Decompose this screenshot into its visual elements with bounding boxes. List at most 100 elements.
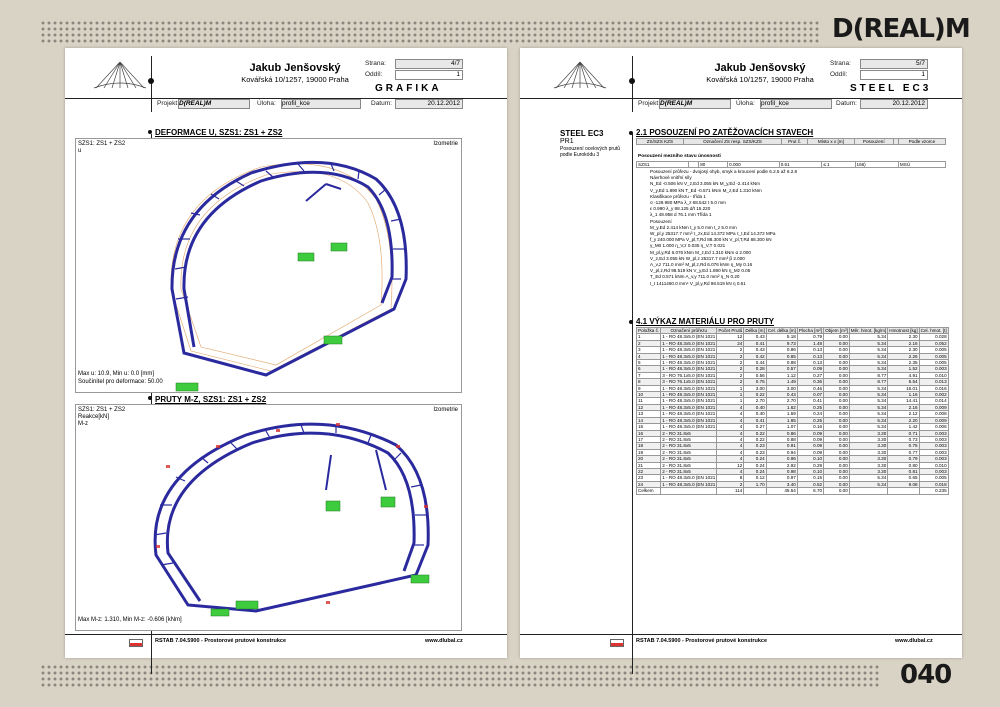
datum-label-right: Datum: — [836, 100, 857, 107]
strana-label-right: Strana: — [830, 60, 851, 67]
material-cell: Celkem — [635, 487, 662, 495]
datum-value-right: 20.12.2012 — [860, 99, 928, 109]
sec41-title: 4.1 VÝKAZ MATERIÁLU PRO PRUTY — [636, 317, 775, 326]
tent-logo-icon — [93, 61, 147, 89]
fig1-pane: SZS1: ZS1 + ZS2 u Izometrie Max u: 10.9,… — [75, 138, 462, 393]
material-cell: 1 - RO 48.3x5.0 (EN 1021 — [660, 403, 718, 412]
design-row-cell: 80 — [698, 160, 729, 169]
oddil-value: 1 — [395, 70, 463, 80]
material-cell: 1 - RO 48.3x5.0 (EN 1021 — [660, 423, 718, 431]
deformation-diagram — [170, 160, 408, 392]
fig2-marker — [148, 396, 152, 400]
strana-value: 4/7 — [395, 59, 463, 69]
fig1-title: DEFORMACE U, SZS1: ZS1 + ZS2 — [155, 128, 283, 137]
material-header-cell: Objem [m³] — [823, 326, 850, 335]
material-cell: 3 - RO 76.1x5.0 (EN 1021 — [660, 378, 718, 386]
design-row-cell: 0.61 — [778, 160, 823, 169]
design-header-cell: Označení ZS resp. SZS/KZS — [682, 137, 783, 146]
header-marker — [148, 78, 154, 84]
side-sub: PR1 — [560, 138, 574, 145]
material-header-cell: Položka č. — [635, 326, 662, 335]
fig1-marker — [148, 130, 152, 134]
projekt-text: D(REAL)M — [179, 100, 212, 107]
design-row-cell: ≤ 1 — [821, 160, 856, 169]
fig1-factor: Součinitel pro deformace: 50.00 — [78, 379, 163, 385]
datum-value: 20.12.2012 — [395, 99, 463, 109]
content-vline-right — [632, 134, 634, 674]
material-cell — [887, 487, 920, 495]
strana-value-right: 5/7 — [860, 59, 928, 69]
uloha-text-right: profil_kce — [761, 100, 789, 107]
oddil-label: Oddíl: — [365, 71, 383, 78]
design-result-row: SZS1 80 0.000 0.61 ≤ 1 166) MSÚ — [636, 160, 947, 169]
material-header-cell: Cel. hmot. [t] — [918, 326, 949, 335]
fig2-max: Max M-z: 1.310, Min M-z: -0.606 [kNm] — [78, 617, 182, 623]
uloha-value: profil_kce — [281, 99, 361, 109]
design-header-cell: Místo x x [m] — [807, 137, 855, 146]
material-header-cell: Délka [m] — [743, 326, 767, 335]
material-cell: 1 - RO 48.3x5.0 (EN 1021 — [660, 391, 718, 399]
footer-flag-icon — [129, 639, 143, 647]
projekt-value-right: D(REAL)M — [659, 99, 731, 109]
header-marker-right — [629, 78, 635, 84]
oddil-label-right: Oddíl: — [830, 71, 848, 78]
datum-label: Datum: — [371, 100, 392, 107]
uloha-label-right: Úloha: — [736, 100, 755, 107]
footer-flag-icon-right — [610, 639, 624, 647]
strana-label: Strana: — [365, 60, 386, 67]
design-row-cell: SZS1 — [636, 160, 689, 169]
design-row-cell: 0.000 — [727, 160, 780, 169]
footer-text: RSTAB 7.04.5900 - Prostorové prutové kon… — [155, 638, 287, 644]
design-row-cell: 166) — [854, 160, 899, 169]
material-header-cell: Plocha [m²] — [796, 326, 825, 335]
author-address-right: Kovářská 10/1257, 19000 Praha — [706, 75, 814, 84]
tent-logo-icon-right — [553, 61, 607, 89]
page-number: 040 — [900, 660, 952, 690]
material-cell — [743, 487, 767, 495]
material-cell: 0.235 — [918, 487, 949, 495]
uloha-label: Úloha: — [257, 100, 276, 107]
material-cell: 1 - RO 48.3x5.0 (EN 1021 — [660, 358, 718, 367]
author-address: Kovářská 10/1257, 19000 Praha — [241, 75, 349, 84]
footer-url-right: www.dlubal.cz — [895, 638, 933, 644]
material-header-cell: Hmotnost [kg] — [887, 326, 920, 335]
material-cell — [848, 487, 889, 495]
material-cell: 114 — [716, 487, 745, 495]
uloha-value-right: profil_kce — [760, 99, 832, 109]
material-cell: 1 - RO 48.3x5.0 (EN 1021 — [660, 384, 718, 393]
footer-text-right: RSTAB 7.04.5900 - Prostorové prutové kon… — [636, 638, 768, 644]
table-row: Celkem 114 45.54 6.70 0.00 0.235 — [635, 487, 949, 495]
uloha-text: profil_kce — [282, 100, 310, 107]
header-vline — [151, 56, 153, 112]
material-cell: 45.54 — [765, 487, 798, 495]
design-row-cell: MSÚ — [897, 160, 947, 169]
sec41-marker — [629, 320, 633, 324]
material-cell: 1 - RO 48.3x5.0 (EN 1021 — [660, 410, 718, 418]
design-details: Posouzení průřezu - dvojosý ohyb, smyk a… — [650, 169, 950, 287]
projekt-text-right: D(REAL)M — [660, 100, 693, 107]
material-cell: 1 - RO 48.3x5.0 (EN 1021 — [660, 365, 718, 373]
projekt-value: D(REAL)M — [178, 99, 250, 109]
material-cell — [660, 487, 718, 495]
material-cell: 1 - RO 48.3x5.0 (EN 1021 — [660, 416, 718, 425]
material-cell: 1 - RO 48.3x5.0 (EN 1021 — [660, 333, 718, 341]
projekt-label-right: Projekt: — [638, 100, 661, 107]
brand-logo: D(REAL)M — [832, 14, 971, 44]
design-row-cell — [687, 160, 700, 169]
fig1-max: Max u: 10.9, Min u: 0.0 [mm] — [78, 371, 155, 377]
material-header-cell: Cel. délka [m] — [765, 326, 798, 335]
design-header-cell: ZS/SZS KZS — [636, 137, 684, 146]
material-cell: 1 - RO 48.3x5.0 (EN 1021 — [660, 474, 718, 482]
author-name-right: Jakub Jenšovský — [714, 62, 806, 74]
footer-hline-right — [520, 634, 962, 636]
design-header-cell: Posouzení — [853, 137, 894, 146]
design-detail-line: I_t 1411460.0 mm⁴ V_pl,y,Rd 98.519 kN η … — [650, 280, 746, 286]
material-header-cell: Měr. hmot. [kg/m] — [848, 326, 889, 335]
material-cell: 1 - RO 48.3x5.0 (EN 1021 — [660, 339, 718, 348]
author-name: Jakub Jenšovský — [249, 62, 341, 74]
footer-url: www.dlubal.cz — [425, 638, 463, 644]
moment-diagram — [153, 422, 430, 617]
left-page: Jakub Jenšovský Kovářská 10/1257, 19000 … — [65, 48, 507, 674]
side-title: STEEL EC3 — [560, 129, 604, 138]
material-header-cell: Počet Prutů — [716, 326, 745, 335]
